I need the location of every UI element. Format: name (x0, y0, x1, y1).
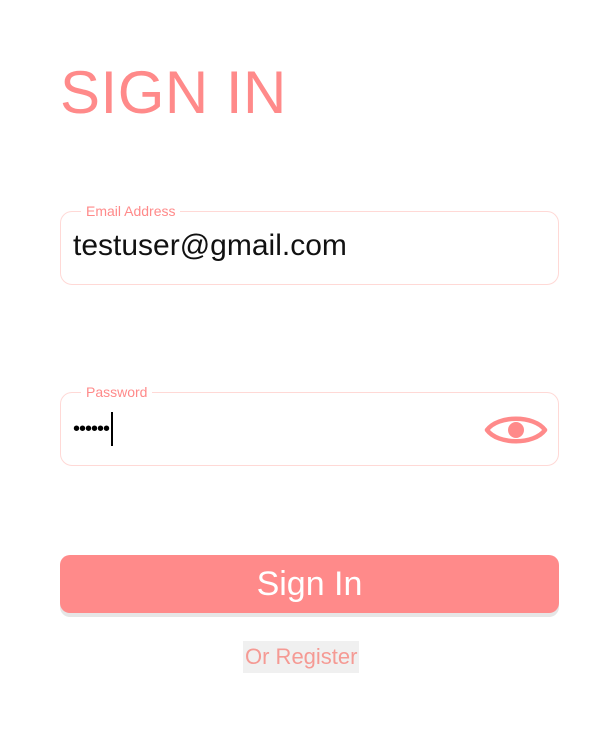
password-masked-value: •••••• (73, 418, 110, 440)
password-field[interactable]: Password •••••• (60, 383, 559, 466)
sign-in-page: SIGN IN Email Address testuser@gmail.com… (0, 0, 614, 731)
page-title: SIGN IN (60, 59, 287, 126)
register-link[interactable]: Or Register (243, 641, 360, 673)
password-input[interactable]: •••••• (73, 411, 114, 447)
email-field-label: Email Address (81, 202, 181, 220)
text-caret (111, 412, 114, 446)
eye-icon[interactable] (484, 412, 548, 448)
sign-in-button[interactable]: Sign In (60, 555, 559, 613)
email-field[interactable]: Email Address testuser@gmail.com (60, 202, 559, 285)
email-input-value[interactable]: testuser@gmail.com (73, 228, 347, 264)
password-field-label: Password (81, 383, 153, 401)
